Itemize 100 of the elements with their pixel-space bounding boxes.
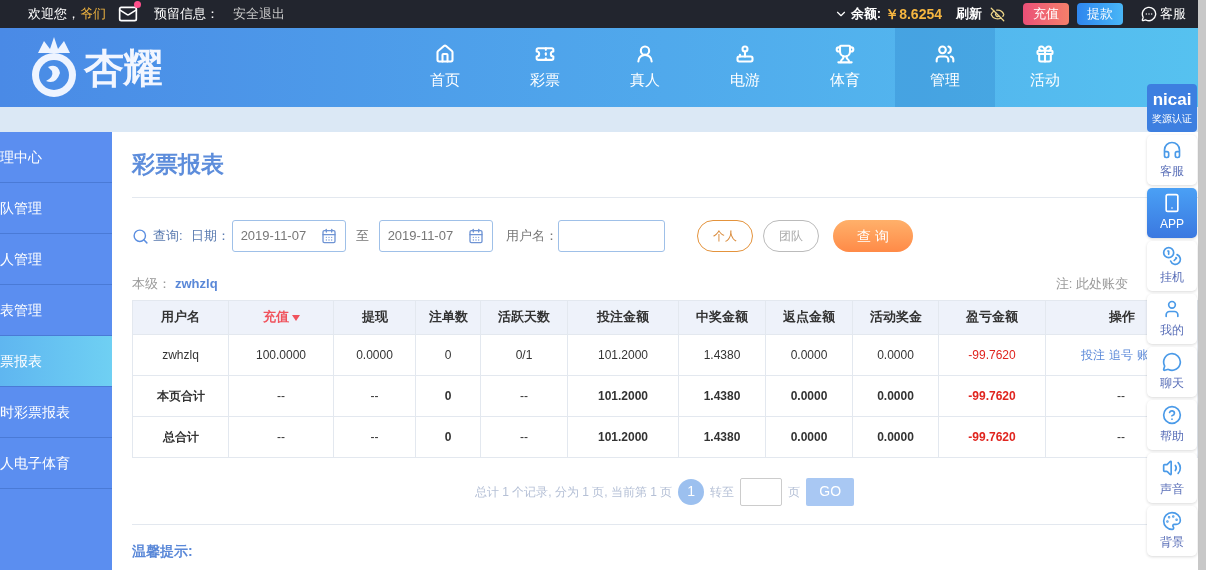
table-cell: -- xyxy=(228,416,334,457)
level-username: zwhzlq xyxy=(175,275,218,293)
scrollbar[interactable] xyxy=(1198,0,1206,570)
chat-bubble-icon xyxy=(1141,6,1157,22)
nav-tab[interactable]: 活动 xyxy=(995,28,1095,107)
calendar-icon[interactable] xyxy=(467,228,484,244)
page-number[interactable]: 1 xyxy=(678,478,705,505)
side-panel-item[interactable]: 挂机 xyxy=(1147,241,1197,291)
column-header: 活跃天数 xyxy=(480,300,568,334)
side-panel-item[interactable]: 客服 xyxy=(1147,135,1197,185)
table-cell: 1.4380 xyxy=(678,416,766,457)
service-link[interactable]: 客服 xyxy=(1141,4,1186,24)
nav-tab[interactable]: 电游 xyxy=(695,28,795,107)
query-label: 查询: xyxy=(153,227,183,246)
table-cell: 101.2000 xyxy=(567,416,679,457)
help-icon xyxy=(1162,405,1182,425)
action-link[interactable]: 投注 xyxy=(1081,347,1105,362)
sidebar-item[interactable]: 理中心 xyxy=(0,132,112,183)
home-icon xyxy=(435,43,455,64)
page-title: 彩票报表 xyxy=(132,150,224,180)
sidebar-item[interactable]: 人电子体育 xyxy=(0,438,112,489)
table-cell: -- xyxy=(480,375,568,416)
side-panel-item[interactable]: 帮助 xyxy=(1147,400,1197,450)
refresh-link[interactable]: 刷新 xyxy=(956,4,982,24)
certification-badge[interactable]: nicai 奖源认证 xyxy=(1147,84,1197,132)
logout-link[interactable]: 安全退出 xyxy=(233,4,285,24)
table-cell: 1.4380 xyxy=(678,334,766,375)
table-cell: 0.0000 xyxy=(765,375,853,416)
table-cell: 0.0000 xyxy=(852,334,939,375)
chat-icon xyxy=(1162,352,1182,372)
side-panel-item[interactable]: 我的 xyxy=(1147,294,1197,344)
side-panel-item[interactable]: 聊天 xyxy=(1147,347,1197,397)
table-cell: -99.7620 xyxy=(938,416,1046,457)
gift-icon xyxy=(1035,43,1055,64)
balance-value: ￥8.6254 xyxy=(885,4,942,24)
phone-icon xyxy=(1162,193,1182,213)
joystick-icon xyxy=(735,43,755,64)
sidebar-item[interactable]: 时彩票报表 xyxy=(0,387,112,438)
column-header: 返点金额 xyxy=(765,300,853,334)
table-cell: 0 xyxy=(415,334,481,375)
search-icon xyxy=(132,227,149,245)
sidebar-item[interactable]: 人管理 xyxy=(0,234,112,285)
nav-tab[interactable]: 管理 xyxy=(895,28,995,107)
tips-title: 温馨提示: xyxy=(132,542,193,559)
headset-icon xyxy=(1162,140,1182,160)
table-cell: 0.0000 xyxy=(765,416,853,457)
reserved-info-label: 预留信息： xyxy=(154,5,219,24)
date-from-field[interactable]: 2019-11-07 xyxy=(231,220,346,252)
column-header[interactable]: 充值 xyxy=(228,300,334,334)
go-button[interactable]: GO xyxy=(806,477,855,506)
username: 爷们 xyxy=(80,5,106,24)
side-panel-item[interactable]: APP xyxy=(1147,188,1197,238)
withdraw-button[interactable]: 提款 xyxy=(1077,3,1123,25)
table-cell: -- xyxy=(480,416,568,457)
table-cell: 0.0000 xyxy=(852,375,939,416)
column-header: 注单数 xyxy=(415,300,481,334)
table-cell: 0 xyxy=(415,416,481,457)
note-text: 注: 此处账变 xyxy=(1055,275,1128,293)
nav-tab[interactable]: 体育 xyxy=(795,28,895,107)
table-cell: -- xyxy=(333,375,416,416)
date-to-field[interactable]: 2019-11-07 xyxy=(378,220,493,252)
action-link[interactable]: 追号 xyxy=(1109,347,1133,362)
to-label: 至 xyxy=(355,227,369,246)
mail-icon[interactable] xyxy=(118,4,138,24)
table-cell: -- xyxy=(333,416,416,457)
column-header: 用户名 xyxy=(132,300,229,334)
speaker-icon xyxy=(1162,458,1182,478)
action-link[interactable]: 账 xyxy=(1137,347,1149,362)
username-field[interactable] xyxy=(557,220,665,252)
person-icon xyxy=(635,43,655,64)
sidebar-item[interactable]: 票报表 xyxy=(0,336,112,387)
column-header: 提现 xyxy=(333,300,416,334)
table-cell: 100.0000 xyxy=(228,334,334,375)
side-panel-item[interactable]: 声音 xyxy=(1147,453,1197,503)
user-icon xyxy=(1162,299,1182,319)
sidebar-item[interactable]: 队管理 xyxy=(0,183,112,234)
users-icon xyxy=(935,43,955,64)
column-header: 投注金额 xyxy=(567,300,679,334)
table-cell: -- xyxy=(228,375,334,416)
column-header: 盈亏金额 xyxy=(938,300,1046,334)
page-input[interactable] xyxy=(740,477,783,506)
table-cell: 0 xyxy=(415,375,481,416)
nav-tab[interactable]: 首页 xyxy=(395,28,495,107)
table-cell: 1.4380 xyxy=(678,375,766,416)
table-cell: zwhzlq xyxy=(132,334,229,375)
goto-label: 转至 xyxy=(710,483,735,501)
balance-label: 余额: xyxy=(850,5,882,24)
nav-tab[interactable]: 彩票 xyxy=(495,28,595,107)
query-button[interactable]: 查 询 xyxy=(832,220,913,252)
deposit-button[interactable]: 充值 xyxy=(1023,3,1069,25)
table-cell: 0.0000 xyxy=(765,334,853,375)
palette-icon xyxy=(1162,511,1182,531)
column-header: 活动奖金 xyxy=(852,300,939,334)
side-panel-item[interactable]: 背景 xyxy=(1147,506,1197,556)
coins-icon xyxy=(1162,246,1182,266)
sort-arrow-icon xyxy=(291,314,300,321)
nav-tab[interactable]: 真人 xyxy=(595,28,695,107)
calendar-icon[interactable] xyxy=(320,228,337,244)
eye-off-icon[interactable] xyxy=(990,6,1005,22)
table-cell: 101.2000 xyxy=(567,334,679,375)
